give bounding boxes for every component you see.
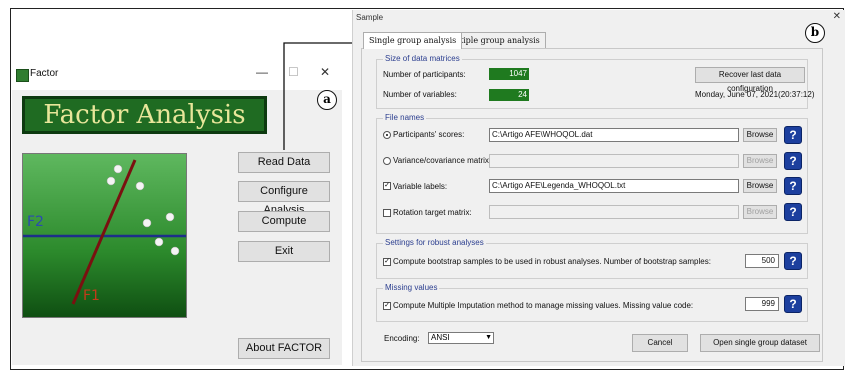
participants-value: 1047: [489, 68, 529, 80]
rotation-target-checkbox[interactable]: [383, 209, 391, 217]
sample-close-button[interactable]: ✕: [833, 11, 841, 22]
datetime-text: Monday, June 07, 2021(20:37:12): [695, 90, 815, 99]
bootstrap-checkbox[interactable]: ✓: [383, 258, 391, 266]
size-group: Size of data matrices Number of particip…: [376, 54, 815, 109]
imputation-label: Compute Multiple Imputation method to ma…: [393, 301, 694, 310]
variables-value: 24: [489, 89, 529, 101]
participants-scores-label: Participants' scores:: [393, 130, 465, 139]
browse-participants-button[interactable]: Browse: [743, 128, 777, 142]
robust-group-label: Settings for robust analyses: [383, 238, 486, 247]
missing-values-group-label: Missing values: [383, 283, 440, 292]
variables-label: Number of variables:: [383, 90, 457, 99]
robust-group: Settings for robust analyses ✓ Compute b…: [376, 238, 808, 279]
variable-labels-label: Variable labels:: [393, 182, 448, 191]
missing-values-group: Missing values ✓ Compute Multiple Imputa…: [376, 283, 808, 322]
file-names-group-label: File names: [383, 113, 427, 122]
tab-single-group[interactable]: Single group analysis: [363, 32, 463, 49]
rotation-target-path[interactable]: [489, 205, 739, 219]
sample-window-title: Sample: [356, 13, 384, 22]
encoding-value: ANSI: [431, 333, 450, 342]
cancel-button[interactable]: Cancel: [632, 334, 688, 352]
browse-rotation-button[interactable]: Browse: [743, 205, 777, 219]
help-icon[interactable]: ?: [784, 177, 802, 195]
browse-variance-button[interactable]: Browse: [743, 154, 777, 168]
variance-matrix-path[interactable]: [489, 154, 739, 168]
participants-label: Number of participants:: [383, 70, 466, 79]
missing-value-code-input[interactable]: 999: [745, 297, 779, 311]
bootstrap-label: Compute bootstrap samples to be used in …: [393, 257, 711, 266]
encoding-label: Encoding:: [384, 334, 420, 343]
help-icon[interactable]: ?: [784, 295, 802, 313]
help-icon[interactable]: ?: [784, 203, 802, 221]
variable-labels-path[interactable]: C:\Artigo AFE\Legenda_WHOQOL.txt: [489, 179, 739, 193]
recover-config-button[interactable]: Recover last data configuration: [695, 67, 805, 93]
variance-matrix-label: Variance/covariance matrix:: [393, 156, 492, 165]
variance-matrix-radio[interactable]: [383, 157, 391, 165]
annotation-b: b: [805, 23, 825, 43]
participants-scores-path[interactable]: C:\Artigo AFE\WHOQOL.dat: [489, 128, 739, 142]
help-icon[interactable]: ?: [784, 152, 802, 170]
size-group-label: Size of data matrices: [383, 54, 462, 63]
chevron-down-icon: ▼: [485, 334, 492, 341]
file-names-group: File names Participants' scores: C:\Arti…: [376, 113, 808, 234]
sample-window: Sample ✕ b Single group analysis Multipl…: [352, 10, 845, 366]
participants-scores-radio[interactable]: [383, 131, 391, 139]
imputation-checkbox[interactable]: ✓: [383, 302, 391, 310]
help-icon[interactable]: ?: [784, 126, 802, 144]
variable-labels-checkbox[interactable]: ✓: [383, 182, 391, 190]
bootstrap-samples-input[interactable]: 500: [745, 254, 779, 268]
open-single-group-button[interactable]: Open single group dataset: [700, 334, 820, 352]
browse-labels-button[interactable]: Browse: [743, 179, 777, 193]
single-group-panel: Size of data matrices Number of particip…: [361, 48, 823, 362]
help-icon[interactable]: ?: [784, 252, 802, 270]
rotation-target-label: Rotation target matrix:: [393, 208, 472, 217]
encoding-select[interactable]: ANSI ▼: [428, 332, 494, 344]
